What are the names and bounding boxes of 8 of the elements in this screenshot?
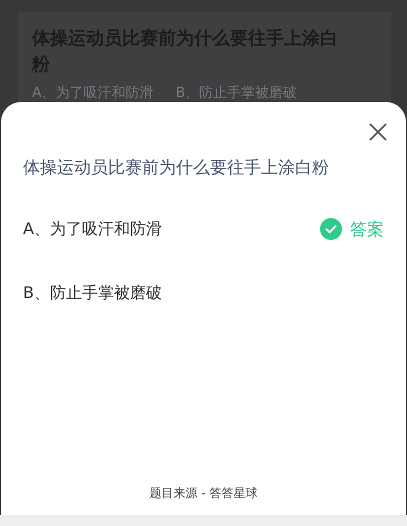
answer-option[interactable]: A、为了吸汗和防滑 — [23, 218, 320, 240]
answer-option[interactable]: B、防止手掌被磨破 — [23, 282, 384, 304]
answer-option: A、为了吸汗和防滑 — [32, 84, 154, 102]
answer-option: B、防止手掌被磨破 — [176, 84, 298, 102]
close-icon[interactable] — [368, 122, 388, 142]
answer-label: 答案 — [350, 218, 384, 240]
source-text: 题目来源 - 答答星球 — [148, 485, 258, 502]
question-text: 体操运动员比赛前为什么要往手上涂白粉 — [23, 157, 330, 179]
